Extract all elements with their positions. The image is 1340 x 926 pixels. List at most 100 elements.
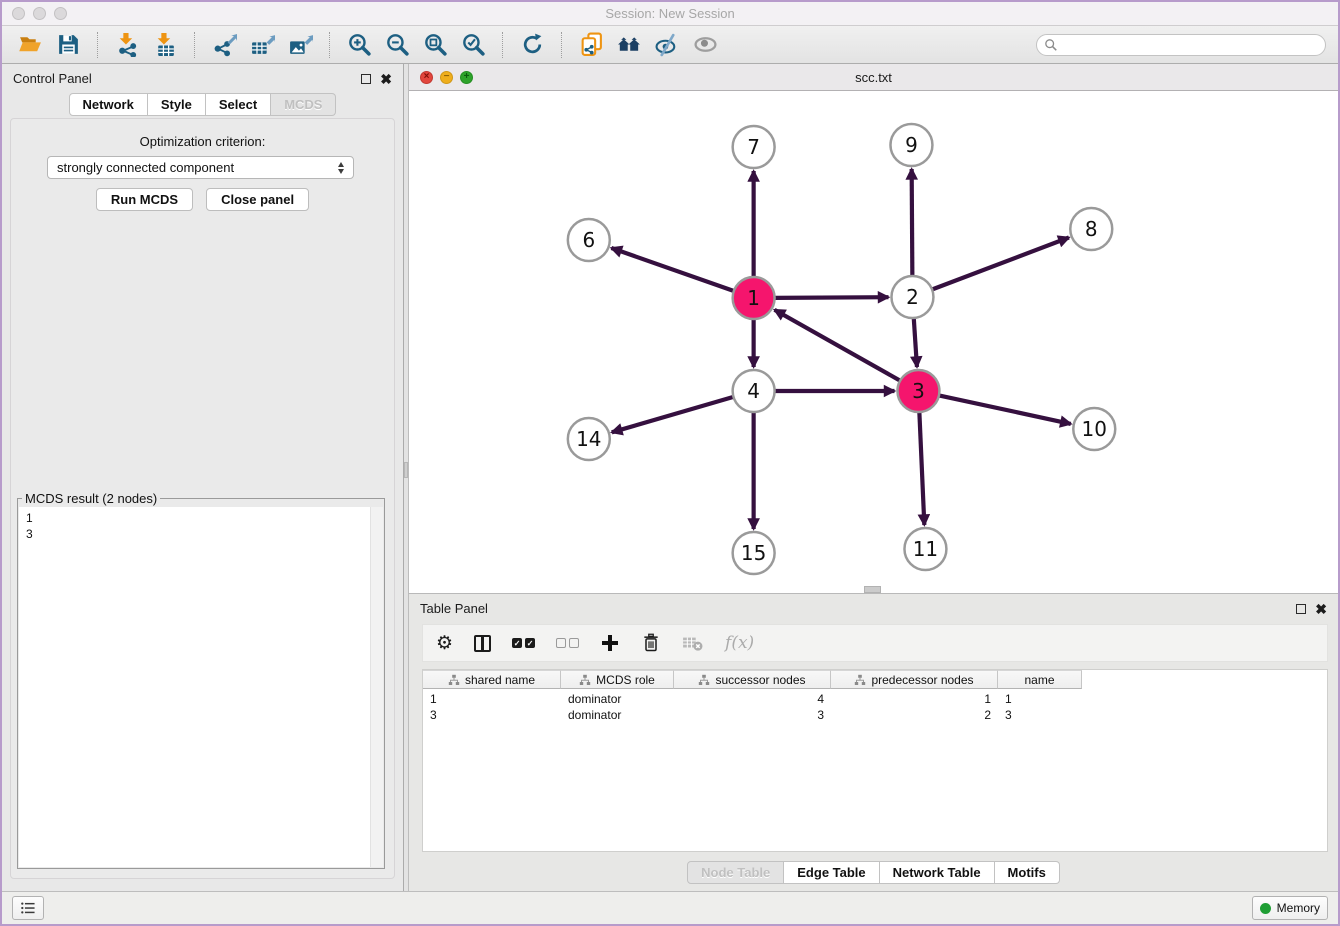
right-column: scc.txt × − + 7968124314101511 Table Pan… <box>408 64 1338 891</box>
graph-node-1[interactable]: 1 <box>733 277 775 319</box>
add-entry-button[interactable] <box>600 630 620 656</box>
table-cell: 1 <box>831 692 998 706</box>
columns-icon <box>474 635 491 652</box>
column-header-shared-name[interactable]: shared name <box>423 670 561 689</box>
table-tab-motifs[interactable]: Motifs <box>995 861 1060 884</box>
close-table-panel-icon[interactable]: ✖ <box>1315 604 1327 614</box>
table-settings-button[interactable]: ⚙ <box>436 630 453 656</box>
tab-mcds[interactable]: MCDS <box>271 93 336 116</box>
table-cell: 2 <box>831 708 998 722</box>
run-mcds-button[interactable]: Run MCDS <box>96 188 193 211</box>
graph-node-2[interactable]: 2 <box>891 276 933 318</box>
float-panel-icon[interactable] <box>361 74 371 84</box>
show-columns-button[interactable] <box>474 630 491 656</box>
import-network-button[interactable] <box>111 30 143 60</box>
graph-edge-3-1[interactable] <box>775 310 901 381</box>
mcds-result-list[interactable]: 13 <box>19 507 383 867</box>
graph-edge-2-3[interactable] <box>914 318 917 367</box>
open-session-button[interactable] <box>14 30 46 60</box>
select-all-button[interactable]: ✓✓ <box>512 630 535 656</box>
column-header-successor-nodes[interactable]: successor nodes <box>674 670 831 689</box>
show-all-button[interactable] <box>689 30 721 60</box>
table-tab-node-table[interactable]: Node Table <box>687 861 784 884</box>
panel-splitter[interactable] <box>403 64 408 891</box>
table-row[interactable]: 1dominator411 <box>423 691 1327 707</box>
delete-entry-button[interactable] <box>641 630 661 656</box>
splitter-grip[interactable] <box>404 462 408 478</box>
save-session-button[interactable] <box>52 30 84 60</box>
table-cell: dominator <box>561 708 674 722</box>
graph-node-9[interactable]: 9 <box>890 124 932 166</box>
main-toolbar <box>2 26 1338 64</box>
float-table-panel-icon[interactable] <box>1296 604 1306 614</box>
tab-select[interactable]: Select <box>206 93 271 116</box>
graph-edge-4-14[interactable] <box>612 397 734 432</box>
optimization-criterion-dropdown[interactable]: strongly connected component <box>47 156 354 179</box>
graph-node-15[interactable]: 15 <box>733 532 775 574</box>
svg-text:3: 3 <box>912 379 925 403</box>
export-table-button[interactable] <box>246 30 278 60</box>
search-input[interactable] <box>1036 34 1326 56</box>
graph-node-10[interactable]: 10 <box>1073 408 1115 450</box>
task-history-button[interactable] <box>12 896 44 920</box>
table-header-row: shared nameMCDS role successor nodes prede… <box>423 670 1327 689</box>
export-image-icon <box>288 32 313 57</box>
mcds-panel: Optimization criterion: strongly connect… <box>10 118 395 879</box>
session-title: Session: New Session <box>2 6 1338 21</box>
column-label: predecessor nodes <box>871 673 973 687</box>
graph-node-4[interactable]: 4 <box>733 370 775 412</box>
attribute-tree-icon <box>448 674 460 686</box>
status-bar: Memory <box>2 891 1338 924</box>
toolbar-separator <box>329 32 330 58</box>
table-tab-network-table[interactable]: Network Table <box>880 861 995 884</box>
fit-content-button[interactable] <box>419 30 451 60</box>
hide-selected-button[interactable] <box>651 30 683 60</box>
graph-edge-2-9[interactable] <box>912 169 913 276</box>
zoom-out-button[interactable] <box>381 30 413 60</box>
column-header-mcds-role[interactable]: MCDS role <box>561 670 674 689</box>
network-minimize-icon[interactable]: − <box>440 71 453 84</box>
network-maximize-icon[interactable]: + <box>460 71 473 84</box>
graph-edge-2-8[interactable] <box>932 238 1069 290</box>
graph-edge-3-10[interactable] <box>939 395 1071 424</box>
canvas-splitter-grip[interactable] <box>864 586 881 593</box>
table-panel: Table Panel ✖ ⚙ ✓✓ f(x) <box>408 593 1338 891</box>
graph-edge-3-11[interactable] <box>919 412 924 525</box>
graph-edge-1-2[interactable] <box>775 297 889 298</box>
column-label: successor nodes <box>715 673 805 687</box>
table-row[interactable]: 3dominator323 <box>423 707 1327 723</box>
graph-node-3[interactable]: 3 <box>897 370 939 412</box>
import-table-button[interactable] <box>149 30 181 60</box>
graph-node-14[interactable]: 14 <box>568 418 610 460</box>
graph-node-7[interactable]: 7 <box>733 126 775 168</box>
close-panel-icon[interactable]: ✖ <box>380 74 392 84</box>
tab-style[interactable]: Style <box>148 93 206 116</box>
neighbors-button[interactable] <box>613 30 645 60</box>
close-panel-button[interactable]: Close panel <box>206 188 309 211</box>
network-canvas[interactable]: 7 9 6 8 1 2 4 3 14 10 15 11 <box>409 91 1338 593</box>
function-builder-button[interactable]: f(x) <box>725 630 754 656</box>
table-tab-edge-table[interactable]: Edge Table <box>784 861 879 884</box>
graph-node-6[interactable]: 6 <box>568 219 610 261</box>
unselect-all-button[interactable] <box>556 630 579 656</box>
delete-table-button[interactable] <box>682 630 704 656</box>
graph-node-11[interactable]: 11 <box>904 528 946 570</box>
column-header-name[interactable]: name <box>998 670 1082 689</box>
eye-slash-icon <box>655 32 680 57</box>
duplicate-network-button[interactable] <box>575 30 607 60</box>
graph-node-8[interactable]: 8 <box>1070 208 1112 250</box>
network-close-icon[interactable]: × <box>420 71 433 84</box>
zoom-in-button[interactable] <box>343 30 375 60</box>
tab-network[interactable]: Network <box>69 93 148 116</box>
export-network-button[interactable] <box>208 30 240 60</box>
column-header-predecessor-nodes[interactable]: predecessor nodes <box>831 670 998 689</box>
toolbar-separator <box>502 32 503 58</box>
svg-text:4: 4 <box>747 379 760 403</box>
memory-button[interactable]: Memory <box>1252 896 1328 920</box>
export-image-button[interactable] <box>284 30 316 60</box>
graph-edge-1-6[interactable] <box>611 248 733 291</box>
zoom-selected-button[interactable] <box>457 30 489 60</box>
zoom-out-icon <box>385 32 410 57</box>
network-graph[interactable]: 7 9 6 8 1 2 4 3 14 10 15 11 <box>409 91 1338 593</box>
refresh-button[interactable] <box>516 30 548 60</box>
